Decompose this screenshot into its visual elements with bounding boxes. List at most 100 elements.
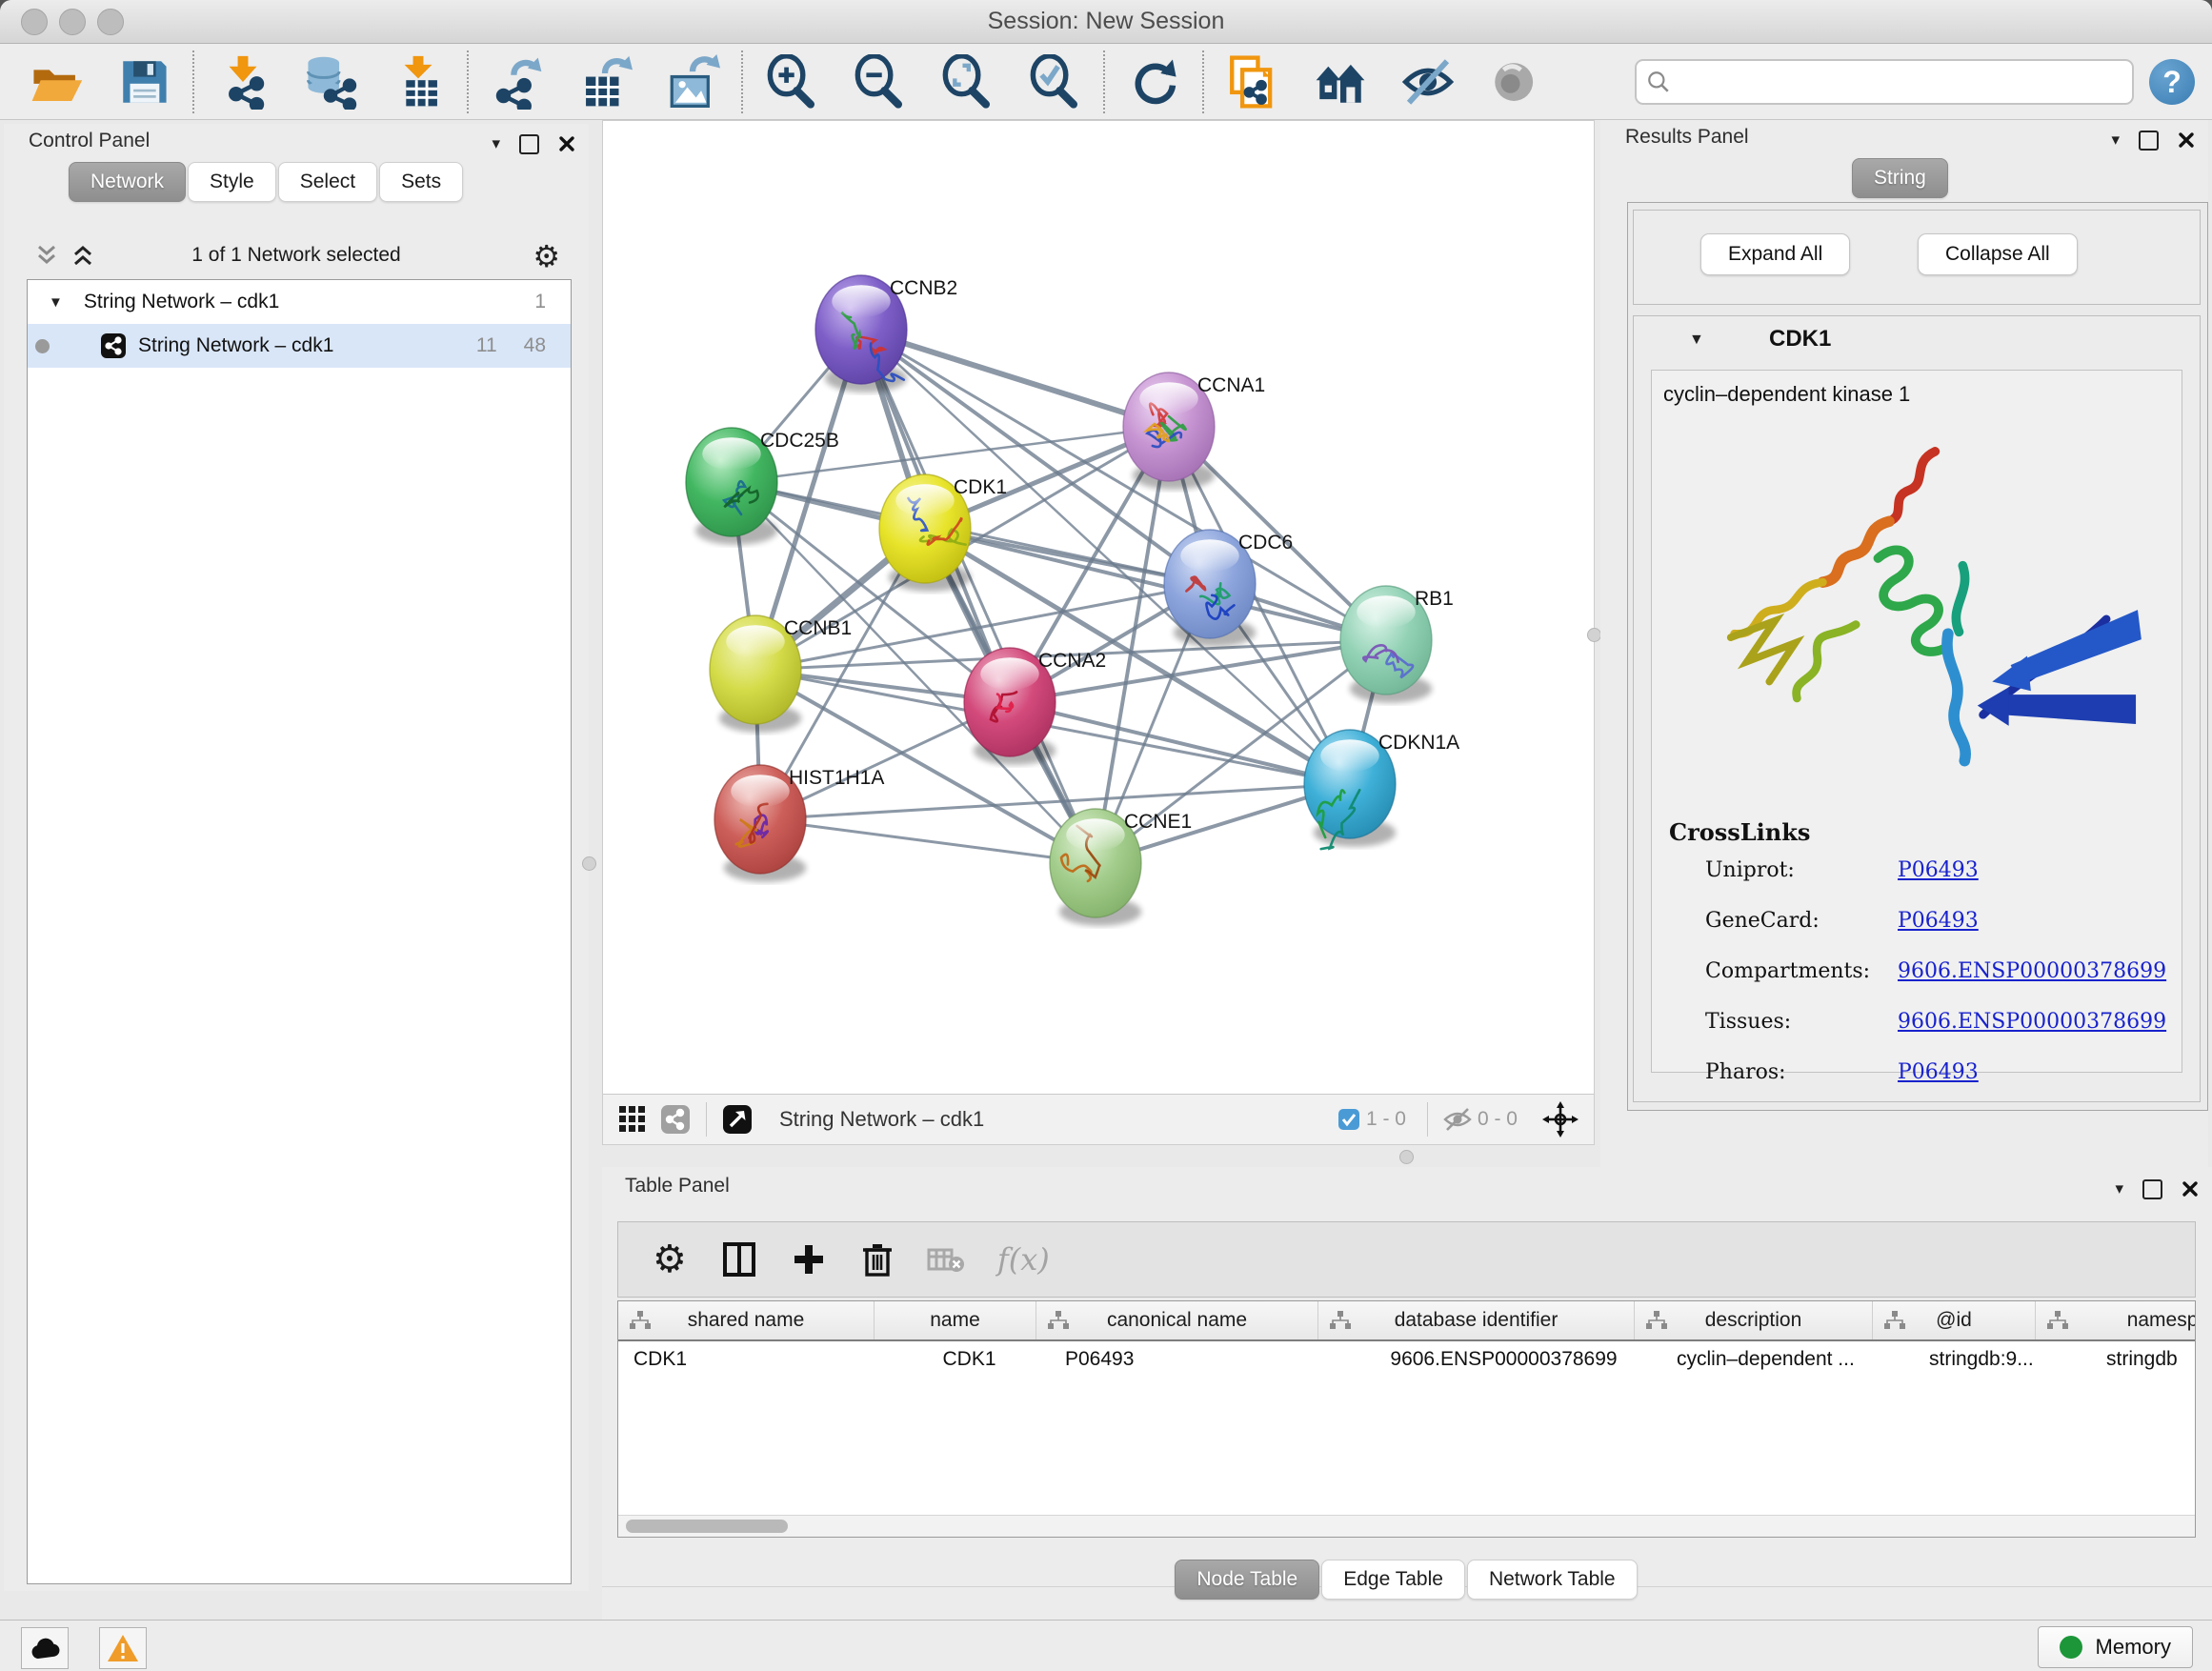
add-column-icon[interactable] xyxy=(792,1242,826,1277)
gene-expander-icon[interactable]: ▼ xyxy=(1689,332,1704,349)
memory-button[interactable]: Memory xyxy=(2038,1626,2193,1668)
delete-column-icon[interactable] xyxy=(862,1241,893,1278)
warnings-button[interactable] xyxy=(99,1627,147,1669)
crosslink-link[interactable]: P06493 xyxy=(1898,909,1979,933)
search-input[interactable] xyxy=(1679,70,2122,94)
zoom-fit-icon[interactable] xyxy=(939,54,995,110)
zoom-in-icon[interactable] xyxy=(764,54,819,110)
hide-graphics-details-icon[interactable] xyxy=(1400,54,1456,110)
close-panel-icon[interactable] xyxy=(558,135,575,152)
network-node-CDKN1A[interactable]: CDKN1A xyxy=(1304,730,1459,849)
network-node-CDC6[interactable]: CDC6 xyxy=(1164,530,1293,647)
table-horizontal-scrollbar[interactable] xyxy=(618,1515,2195,1537)
column-header-shared-name[interactable]: shared name xyxy=(618,1301,875,1339)
column-type-icon xyxy=(1330,1311,1351,1330)
table-cell[interactable]: cyclin–dependent ... xyxy=(1661,1341,1914,1377)
right-splitter-handle[interactable] xyxy=(1587,628,1601,642)
bottom-splitter-handle[interactable] xyxy=(1399,1150,1414,1164)
table-panel: Table Panel ▾ ⚙ xyxy=(602,1167,2212,1620)
tab-edge-table[interactable]: Edge Table xyxy=(1321,1560,1465,1600)
detach-view-icon[interactable] xyxy=(722,1104,753,1135)
float-panel-icon[interactable] xyxy=(519,134,539,154)
collapse-panel-icon[interactable]: ▾ xyxy=(2111,131,2120,150)
tab-node-table[interactable]: Node Table xyxy=(1175,1560,1319,1600)
pan-crosshair-icon[interactable] xyxy=(1542,1101,1579,1137)
collapse-all-button[interactable]: Collapse All xyxy=(1918,233,2078,275)
float-panel-icon[interactable] xyxy=(2142,1179,2162,1199)
tab-style[interactable]: Style xyxy=(188,162,276,202)
save-session-icon[interactable] xyxy=(116,54,171,110)
tab-string[interactable]: String xyxy=(1852,158,1948,198)
table-row[interactable]: CDK1CDK1P064939606.ENSP00000378699cyclin… xyxy=(618,1341,2195,1377)
import-network-icon[interactable] xyxy=(215,54,271,110)
network-node-HIST1H1A[interactable]: HIST1H1A xyxy=(714,765,884,882)
tab-network[interactable]: Network xyxy=(69,162,186,202)
network-node-CCNB1[interactable]: CCNB1 xyxy=(710,615,852,733)
collapse-panel-icon[interactable]: ▾ xyxy=(492,134,500,153)
cloud-status-button[interactable] xyxy=(21,1627,69,1669)
close-panel-icon[interactable] xyxy=(2182,1180,2199,1198)
crosslink-link[interactable]: P06493 xyxy=(1898,1060,1979,1084)
crosslink-link[interactable]: 9606.ENSP00000378699 xyxy=(1898,1010,2166,1034)
zoom-out-icon[interactable] xyxy=(852,54,907,110)
open-session-icon[interactable] xyxy=(29,54,84,110)
table-cell[interactable]: CDK1 xyxy=(618,1341,889,1377)
show-graphics-details-icon[interactable] xyxy=(1488,54,1543,110)
export-network-icon[interactable] xyxy=(490,54,545,110)
refresh-layout-icon[interactable] xyxy=(1126,54,1181,110)
column-header-name[interactable]: name xyxy=(875,1301,1036,1339)
title-bar: Session: New Session xyxy=(0,0,2212,44)
copy-network-icon[interactable] xyxy=(1225,54,1280,110)
help-button[interactable]: ? xyxy=(2149,59,2195,105)
table-cell[interactable]: P06493 xyxy=(1050,1341,1346,1377)
export-table-icon[interactable] xyxy=(577,54,633,110)
network-view-mode-icon[interactable] xyxy=(660,1104,691,1135)
network-node-RB1[interactable]: RB1 xyxy=(1340,586,1454,703)
collapse-panel-icon[interactable]: ▾ xyxy=(2115,1179,2123,1198)
table-cell[interactable]: stringdb xyxy=(2091,1341,2196,1377)
import-network-from-database-icon[interactable] xyxy=(303,54,358,110)
crosslink-link[interactable]: P06493 xyxy=(1898,858,1979,882)
tab-network-table[interactable]: Network Table xyxy=(1467,1560,1638,1600)
column-header-database-identifier[interactable]: database identifier xyxy=(1318,1301,1635,1339)
network-row-selected[interactable]: String Network – cdk1 11 48 xyxy=(28,324,571,368)
tab-sets[interactable]: Sets xyxy=(379,162,463,202)
network-collection-row[interactable]: ▼ String Network – cdk1 1 xyxy=(28,280,571,324)
tree-expander-icon[interactable]: ▼ xyxy=(49,294,63,311)
show-columns-icon[interactable] xyxy=(723,1242,755,1277)
birds-eye-view-icon[interactable] xyxy=(1313,54,1368,110)
grid-view-icon[interactable] xyxy=(618,1105,647,1134)
search-bar xyxy=(1635,59,2134,105)
left-splitter-handle[interactable] xyxy=(582,856,596,871)
network-node-CCNA1[interactable]: CCNA1 xyxy=(1123,372,1265,490)
selected-nodes-checkbox-icon[interactable] xyxy=(1337,1108,1360,1131)
scrollbar-thumb[interactable] xyxy=(626,1520,788,1533)
close-panel-icon[interactable] xyxy=(2178,131,2195,149)
network-node-CCNE1[interactable]: CCNE1 xyxy=(1050,809,1192,926)
crosslink-row: Tissues:9606.ENSP00000378699 xyxy=(1652,1010,2182,1060)
column-type-icon xyxy=(1048,1311,1069,1330)
network-canvas[interactable]: CCNB2CCNA1CDC25BCDK1CDC6RB1CCNB1CCNA2CDK… xyxy=(603,121,1594,1093)
network-node-CDC25B[interactable]: CDC25B xyxy=(686,428,839,545)
float-panel-icon[interactable] xyxy=(2139,131,2159,151)
column-header--id[interactable]: @id xyxy=(1873,1301,2036,1339)
export-image-icon[interactable] xyxy=(665,54,720,110)
zoom-selected-icon[interactable] xyxy=(1027,54,1082,110)
network-options-gear-icon[interactable]: ⚙ xyxy=(533,238,560,274)
network-node-CCNA2[interactable]: CCNA2 xyxy=(964,648,1106,765)
crosslink-label: Pharos: xyxy=(1705,1060,1786,1084)
collection-count: 1 xyxy=(534,291,546,313)
tab-select[interactable]: Select xyxy=(278,162,377,202)
table-cell[interactable]: stringdb:9... xyxy=(1914,1341,2091,1377)
table-cell[interactable]: CDK1 xyxy=(889,1341,1050,1377)
column-header-canonical-name[interactable]: canonical name xyxy=(1036,1301,1318,1339)
table-cell[interactable]: 9606.ENSP00000378699 xyxy=(1346,1341,1661,1377)
table-settings-gear-icon[interactable]: ⚙ xyxy=(653,1240,687,1278)
expand-all-button[interactable]: Expand All xyxy=(1700,233,1850,275)
table-panel-title: Table Panel xyxy=(625,1175,730,1198)
column-header-namespace[interactable]: namespace xyxy=(2036,1301,2196,1339)
column-header-description[interactable]: description xyxy=(1635,1301,1873,1339)
import-table-icon[interactable] xyxy=(391,54,446,110)
crosslink-link[interactable]: 9606.ENSP00000378699 xyxy=(1898,959,2166,983)
main-toolbar: ? xyxy=(0,44,2212,120)
